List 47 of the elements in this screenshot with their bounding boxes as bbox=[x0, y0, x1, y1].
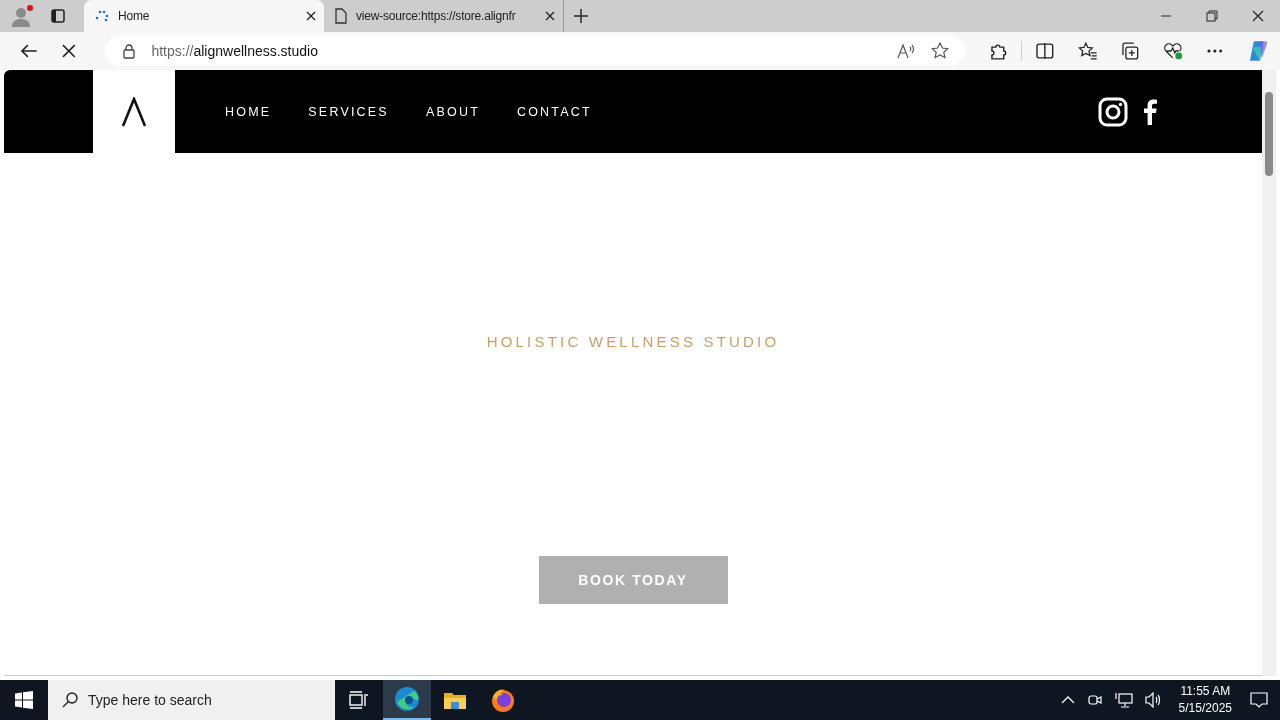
split-screen-icon[interactable] bbox=[1036, 43, 1054, 59]
windows-start-icon[interactable] bbox=[15, 691, 33, 709]
lock-icon bbox=[123, 43, 136, 59]
close-window-icon[interactable] bbox=[1252, 10, 1264, 22]
back-icon[interactable] bbox=[20, 43, 38, 59]
notifications-icon[interactable] bbox=[1250, 691, 1268, 709]
puzzle-icon[interactable] bbox=[989, 42, 1008, 60]
network-icon[interactable] bbox=[1114, 692, 1133, 708]
new-tab-icon[interactable] bbox=[574, 9, 588, 23]
caret-logo-icon bbox=[121, 96, 147, 127]
tagline: HOLISTIC WELLNESS STUDIO bbox=[486, 333, 780, 350]
address-bar[interactable]: https://alignwellness.studio bbox=[105, 36, 966, 66]
taskbar-app[interactable] bbox=[383, 680, 431, 720]
firefox-icon bbox=[490, 687, 516, 713]
profile-icon[interactable] bbox=[10, 4, 34, 28]
stop-icon[interactable] bbox=[61, 44, 76, 58]
search-icon bbox=[62, 692, 78, 708]
close-icon[interactable] bbox=[306, 11, 316, 21]
nav-link[interactable]: SERVICES bbox=[308, 104, 389, 119]
logo-tile[interactable] bbox=[93, 70, 175, 153]
instagram-icon[interactable] bbox=[1098, 96, 1128, 127]
taskbar-search-field[interactable]: Type here to search bbox=[48, 680, 335, 720]
more-icon[interactable] bbox=[1206, 49, 1223, 53]
collections-icon[interactable] bbox=[1121, 42, 1140, 60]
speaker-icon[interactable] bbox=[1144, 692, 1163, 708]
task-view-icon[interactable] bbox=[349, 691, 369, 709]
loading-icon bbox=[94, 8, 110, 24]
page-icon bbox=[334, 8, 348, 24]
folder-icon bbox=[443, 690, 467, 710]
scrollbar[interactable] bbox=[1262, 70, 1276, 676]
edge-icon bbox=[394, 686, 420, 712]
heartbeat-icon[interactable] bbox=[1163, 42, 1183, 60]
clock-date[interactable]: 5/15/2025 bbox=[1178, 700, 1232, 717]
read-aloud-icon[interactable] bbox=[897, 43, 916, 59]
nav-link[interactable]: ABOUT bbox=[425, 104, 480, 119]
facebook-icon[interactable] bbox=[1142, 98, 1158, 125]
nav-link[interactable]: CONTACT bbox=[516, 104, 592, 119]
close-icon[interactable] bbox=[545, 11, 555, 21]
camera-icon[interactable] bbox=[1086, 692, 1103, 708]
restore-icon[interactable] bbox=[1206, 10, 1218, 22]
tab-actions-icon[interactable] bbox=[50, 8, 66, 24]
chevron-up-icon[interactable] bbox=[1060, 696, 1075, 704]
favorites-icon[interactable] bbox=[1077, 42, 1098, 60]
clock-time[interactable]: 11:55 AM bbox=[1180, 683, 1231, 700]
nav-link[interactable]: HOME bbox=[225, 104, 272, 119]
browser-tab[interactable]: Home bbox=[84, 0, 324, 32]
star-icon[interactable] bbox=[931, 42, 950, 60]
